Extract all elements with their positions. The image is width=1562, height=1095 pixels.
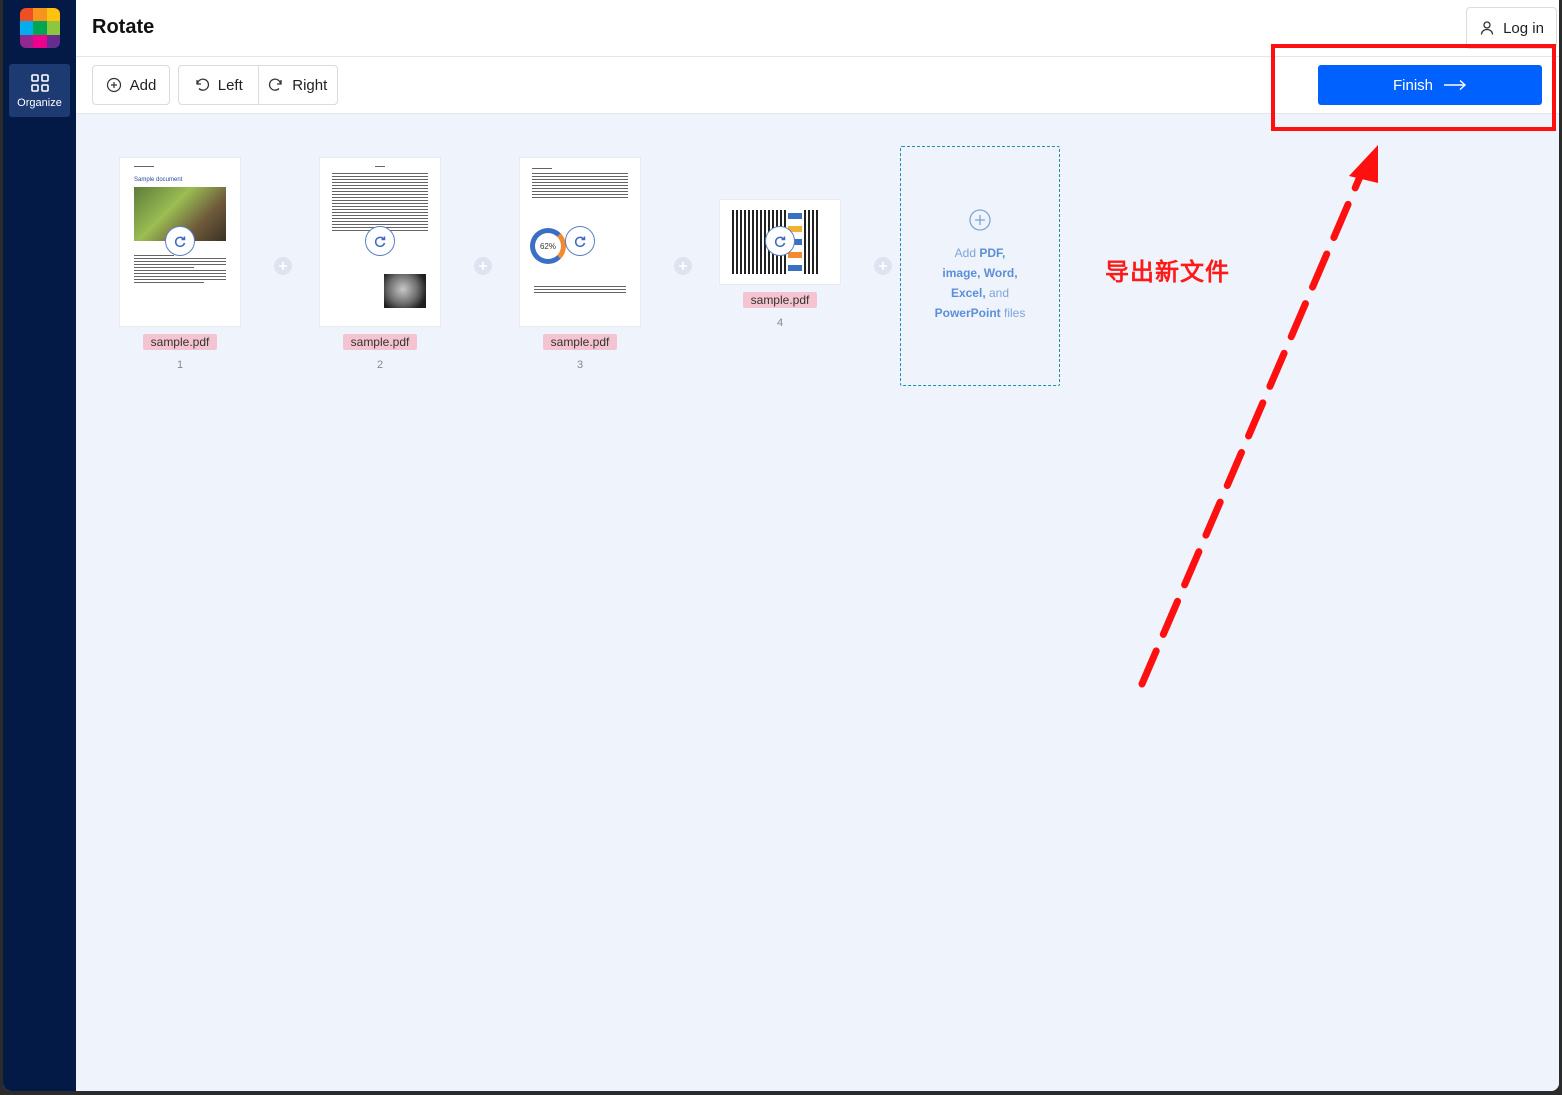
app-logo[interactable] <box>20 8 60 48</box>
rotate-page-button[interactable] <box>565 226 595 256</box>
thumb-text-block <box>532 168 628 198</box>
login-button[interactable]: Log in <box>1466 7 1557 49</box>
rotate-right-button[interactable]: Right <box>257 66 338 104</box>
rotate-icon <box>574 236 586 248</box>
app-window: Organize Rotate Log in Add Left Right Fi… <box>3 0 1559 1091</box>
rotate-page-button[interactable] <box>365 226 395 256</box>
page-number: 3 <box>576 359 584 371</box>
rotate-icon <box>174 236 186 248</box>
add-label: Add <box>129 76 157 94</box>
rotate-right-icon <box>269 78 282 91</box>
page-title: Rotate <box>92 16 155 38</box>
grid-icon <box>30 73 49 92</box>
plus-circle-icon <box>969 209 991 231</box>
insert-page-button[interactable] <box>674 257 692 275</box>
thumb-text-line <box>134 166 154 167</box>
rotate-left-label: Left <box>217 76 243 94</box>
file-name-badge: sample.pdf <box>342 334 418 350</box>
rotate-button-group: Left Right <box>178 65 338 105</box>
sidebar: Organize <box>3 0 76 1091</box>
login-label: Log in <box>1503 19 1544 37</box>
file-name-badge: sample.pdf <box>142 334 218 350</box>
rotate-icon <box>774 236 786 248</box>
rotate-left-button[interactable]: Left <box>179 66 258 104</box>
plus-icon <box>479 262 487 270</box>
file-name-badge: sample.pdf <box>542 334 618 350</box>
sidebar-item-organize[interactable]: Organize <box>9 64 70 117</box>
plus-icon <box>679 262 687 270</box>
user-icon <box>1480 21 1494 35</box>
thumb-text-block <box>332 166 428 231</box>
thumb-table <box>534 284 626 295</box>
page-number: 4 <box>776 317 784 329</box>
thumb-image <box>384 274 426 308</box>
rotate-icon <box>374 236 386 248</box>
add-button[interactable]: Add <box>92 65 170 105</box>
annotation-label: 导出新文件 <box>1105 258 1230 286</box>
page-number: 1 <box>176 359 184 371</box>
insert-page-button[interactable] <box>274 257 292 275</box>
page-card[interactable]: sample.pdf 2 <box>320 158 440 371</box>
rotate-left-icon <box>196 78 209 91</box>
page-card[interactable]: 62% sample.pdf 3 <box>520 158 640 371</box>
plus-icon <box>879 262 887 270</box>
thumb-heading: Sample document <box>134 177 183 183</box>
page-workspace: Sample document sample.pdf 1 sample.pdf … <box>76 114 1559 1091</box>
thumb-text-block <box>134 255 226 283</box>
thumb-donut-chart: 62% <box>530 228 566 264</box>
rotate-page-button[interactable] <box>165 226 195 256</box>
file-name-badge: sample.pdf <box>742 292 818 308</box>
page-card[interactable]: Sample document sample.pdf 1 <box>120 158 240 371</box>
rotate-right-label: Right <box>292 76 328 94</box>
page-card[interactable]: sample.pdf 4 <box>720 200 840 329</box>
rotate-page-button[interactable] <box>765 226 795 256</box>
dropzone-text: Add PDF, image, Word, Excel, and PowerPo… <box>934 246 1026 320</box>
sidebar-item-label: Organize <box>17 96 62 109</box>
plus-circle-icon <box>106 77 121 93</box>
insert-page-button[interactable] <box>874 257 892 275</box>
annotation-highlight-box <box>1271 44 1556 131</box>
page-number: 2 <box>376 359 384 371</box>
insert-page-button[interactable] <box>474 257 492 275</box>
plus-icon <box>279 262 287 270</box>
add-files-dropzone[interactable]: Add PDF, image, Word, Excel, and PowerPo… <box>900 146 1060 386</box>
